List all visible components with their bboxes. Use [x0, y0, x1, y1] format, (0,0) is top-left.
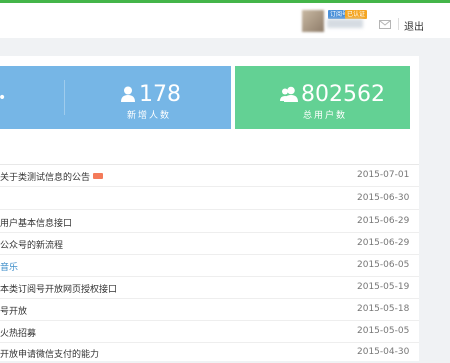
header-divider: [398, 18, 399, 30]
notice-title[interactable]: 关于类测试信息的公告: [0, 170, 104, 183]
notice-row[interactable]: 开放申请微信支付的能力 2015-04-30: [0, 341, 419, 363]
notice-title[interactable]: 音乐: [0, 260, 18, 273]
notice-date: 2015-05-18: [357, 304, 410, 314]
notice-date: 2015-06-29: [357, 238, 410, 248]
notice-date: 2015-04-30: [357, 347, 410, 357]
notice-list-header: [0, 139, 419, 165]
notice-title[interactable]: 公众号的新流程: [0, 238, 63, 251]
notice-row[interactable]: 本类订阅号开放网页授权接口 2015-05-19: [0, 276, 419, 299]
notice-date: 2015-05-05: [357, 326, 410, 336]
user-icon: [121, 86, 135, 102]
notice-title[interactable]: 火热招募: [0, 326, 36, 339]
users-icon: [280, 86, 298, 102]
stat-card-cutoff: •: [0, 90, 6, 106]
notice-row[interactable]: 关于类测试信息的公告 2015-07-01: [0, 164, 419, 187]
mail-icon[interactable]: [379, 20, 391, 29]
notice-date: 2015-05-19: [357, 282, 410, 292]
notice-row[interactable]: 公众号的新流程 2015-06-29: [0, 232, 419, 255]
notice-date: 2015-06-29: [357, 216, 410, 226]
notice-row[interactable]: 用户基本信息接口 2015-06-29: [0, 210, 419, 233]
notice-date: 2015-07-01: [357, 170, 410, 180]
account-name[interactable]: [327, 19, 363, 28]
notice-row[interactable]: 2015-06-30: [0, 187, 419, 210]
logout-link[interactable]: 退出: [404, 18, 424, 33]
notice-row[interactable]: 火热招募 2015-05-05: [0, 320, 419, 343]
new-badge-icon: [93, 173, 104, 179]
stat-card-new-users: • 178 新增人数: [0, 66, 231, 129]
stat-card-total-users: 802562 总用户数: [235, 66, 410, 129]
new-users-label: 新增人数: [127, 111, 172, 121]
notice-row[interactable]: 号开放 2015-05-18: [0, 298, 419, 321]
notice-title[interactable]: 本类订阅号开放网页授权接口: [0, 282, 117, 295]
notice-title[interactable]: 用户基本信息接口: [0, 216, 72, 229]
notice-title[interactable]: 开放申请微信支付的能力: [0, 347, 99, 360]
notice-date: 2015-06-30: [357, 193, 410, 203]
notice-row[interactable]: 音乐 2015-06-05: [0, 254, 419, 277]
verified-badge: 已认证: [345, 10, 368, 19]
notice-title[interactable]: 号开放: [0, 304, 27, 317]
new-users-value: 178: [139, 82, 181, 107]
total-users-label: 总用户数: [303, 111, 348, 121]
top-bar: 订阅号 已认证 退出: [0, 0, 450, 38]
stat-separator: [64, 80, 65, 115]
notice-date: 2015-06-05: [357, 260, 410, 270]
avatar[interactable]: [302, 10, 324, 32]
total-users-value: 802562: [301, 82, 385, 107]
